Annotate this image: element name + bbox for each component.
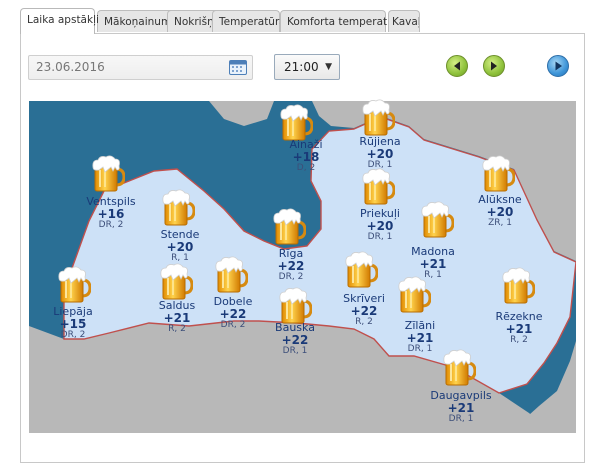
tab-temperatura[interactable]: Temperatūra <box>212 10 286 32</box>
city-label[interactable]: Stende +20 R, 1 <box>140 229 220 264</box>
city-label[interactable]: Rūjiena +20 DR, 1 <box>340 136 420 171</box>
city-wind: R, 2 <box>510 335 528 345</box>
city-temperature: +22 <box>281 333 309 347</box>
date-field[interactable]: 23.06.2016 <box>28 55 253 80</box>
chevron-down-icon: ▼ <box>325 62 332 72</box>
city-label[interactable]: Ventspils +16 DR, 2 <box>71 196 151 231</box>
city-wind: ZR, 1 <box>488 218 512 228</box>
city-temperature: +21 <box>505 322 533 336</box>
city-temperature: +20 <box>366 147 394 161</box>
time-value: 21:00 <box>284 60 319 74</box>
prev-button[interactable] <box>446 55 468 77</box>
city-label[interactable]: Rēzekne +21 R, 2 <box>479 311 559 346</box>
beer-mug-icon <box>279 104 314 142</box>
city-label[interactable]: Liepāja +15 DR, 2 <box>33 306 113 341</box>
beer-mug-icon <box>91 155 126 193</box>
arrow-right-icon <box>491 61 497 71</box>
city-label[interactable]: Priekuļi +20 DR, 1 <box>340 208 420 243</box>
city-temperature: +20 <box>486 205 514 219</box>
beer-mug-icon <box>57 266 92 304</box>
beer-mug-icon <box>420 201 455 239</box>
city-temperature: +21 <box>447 401 475 415</box>
city-wind: DR, 1 <box>282 346 308 356</box>
beer-mug-icon <box>361 168 396 206</box>
city-temperature: +21 <box>419 257 447 271</box>
play-icon <box>555 61 562 71</box>
tab-laika-apstakli[interactable]: Laika apstākļi <box>20 8 99 34</box>
city-temperature: +16 <box>97 207 125 221</box>
city-wind: DR, 1 <box>448 414 474 424</box>
city-temperature: +21 <box>406 331 434 345</box>
beer-mug-icon <box>159 263 194 301</box>
city-wind: DR, 2 <box>98 220 124 230</box>
city-label[interactable]: Alūksne +20 ZR, 1 <box>460 194 540 229</box>
play-button[interactable] <box>547 55 569 77</box>
city-label[interactable]: Daugavpils +21 DR, 1 <box>421 390 501 425</box>
city-wind: DR, 2 <box>60 330 86 340</box>
city-temperature: +22 <box>219 307 247 321</box>
date-value: 23.06.2016 <box>36 60 105 74</box>
beer-mug-icon <box>278 287 313 325</box>
tab-bar: Laika apstākļi Mākoņainums Nokrišņi Temp… <box>20 8 590 34</box>
beer-mug-icon <box>481 155 516 193</box>
tab-komforta-temperatura[interactable]: Komforta temperatūra <box>280 10 405 32</box>
beer-mug-icon <box>397 276 432 314</box>
beer-mug-icon <box>442 349 477 387</box>
city-wind: DR, 2 <box>278 272 304 282</box>
calendar-icon[interactable] <box>229 60 247 75</box>
beer-mug-icon <box>161 189 196 227</box>
beer-mug-icon <box>361 99 396 137</box>
city-temperature: +20 <box>166 240 194 254</box>
city-temperature: +18 <box>292 150 320 164</box>
beer-mug-icon <box>214 256 249 294</box>
beer-mug-icon <box>272 208 307 246</box>
next-button[interactable] <box>483 55 505 77</box>
tab-kavali[interactable]: Kavaļ <box>388 10 420 32</box>
city-temperature: +22 <box>350 304 378 318</box>
city-label[interactable]: Ainaži +18 D, 2 <box>266 139 346 174</box>
arrow-left-icon <box>454 61 460 71</box>
city-temperature: +15 <box>59 317 87 331</box>
city-label[interactable]: Bauska +22 DR, 1 <box>255 322 335 357</box>
city-wind: DR, 1 <box>367 232 393 242</box>
beer-mug-icon <box>344 251 379 289</box>
beer-mug-icon <box>501 267 536 305</box>
city-label[interactable]: Rīga +22 DR, 2 <box>251 248 331 283</box>
city-temperature: +20 <box>366 219 394 233</box>
time-select[interactable]: 21:00 ▼ <box>274 54 340 80</box>
city-temperature: +22 <box>277 259 305 273</box>
city-wind: D, 2 <box>296 163 316 173</box>
